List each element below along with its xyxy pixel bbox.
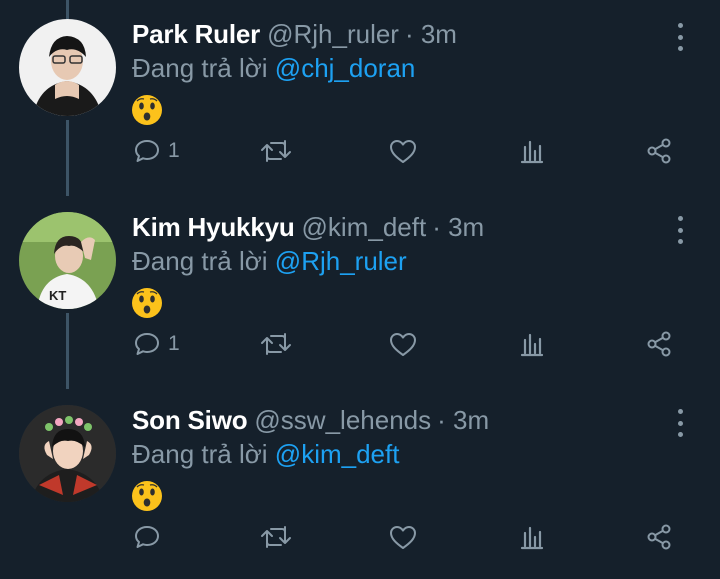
more-options-icon[interactable] xyxy=(672,409,688,437)
like-button[interactable] xyxy=(388,520,418,554)
analytics-button[interactable] xyxy=(518,327,546,361)
display-name[interactable]: Park Ruler xyxy=(132,19,260,50)
retweet-icon xyxy=(261,333,291,355)
replying-to-label: Đang trả lời xyxy=(132,439,268,469)
tweet[interactable]: Son Siwo @ssw_lehends · 3m Đang trả lời … xyxy=(0,386,720,579)
tweet[interactable]: KT Kim Hyukkyu @kim_deft · 3m Đang trả l… xyxy=(0,193,720,389)
share-button[interactable] xyxy=(645,134,673,168)
replying-to-label: Đang trả lời xyxy=(132,53,268,83)
reply-count: 1 xyxy=(168,332,180,355)
retweet-button[interactable] xyxy=(260,134,292,168)
avatar[interactable] xyxy=(19,19,116,116)
speech-bubble-icon xyxy=(135,526,159,548)
hushed-face-emoji xyxy=(132,95,162,125)
avatar[interactable]: KT xyxy=(19,212,116,309)
bar-chart-icon xyxy=(520,526,544,550)
heart-icon xyxy=(390,526,416,549)
replying-to: Đang trả lời @Rjh_ruler xyxy=(132,246,407,277)
user-handle[interactable]: @Rjh_ruler xyxy=(267,19,399,50)
bar-chart-icon xyxy=(520,333,544,357)
more-options-icon[interactable] xyxy=(672,23,688,51)
like-button[interactable] xyxy=(388,134,418,168)
display-name[interactable]: Kim Hyukkyu xyxy=(132,212,295,243)
mention-link[interactable]: @chj_doran xyxy=(275,53,416,83)
user-handle[interactable]: @ssw_lehends xyxy=(254,405,431,436)
heart-icon xyxy=(390,333,416,356)
heart-icon xyxy=(390,140,416,163)
retweet-button[interactable] xyxy=(260,520,292,554)
hushed-face-emoji xyxy=(132,481,162,511)
speech-bubble-icon xyxy=(135,140,159,162)
user-handle[interactable]: @kim_deft xyxy=(302,212,427,243)
retweet-button[interactable] xyxy=(260,327,292,361)
tweet-time[interactable]: · 3m xyxy=(437,405,489,436)
reply-button[interactable]: 1 xyxy=(133,134,180,168)
tweet-time[interactable]: · 3m xyxy=(405,19,457,50)
reply-count: 1 xyxy=(168,139,180,162)
replying-to: Đang trả lời @kim_deft xyxy=(132,439,399,470)
display-name[interactable]: Son Siwo xyxy=(132,405,248,436)
share-button[interactable] xyxy=(645,520,673,554)
share-button[interactable] xyxy=(645,327,673,361)
replying-to: Đang trả lời @chj_doran xyxy=(132,53,415,84)
speech-bubble-icon xyxy=(135,333,159,355)
retweet-icon xyxy=(261,526,291,548)
tweet[interactable]: Park Ruler @Rjh_ruler · 3m Đang trả lời … xyxy=(0,0,720,196)
share-icon xyxy=(647,331,671,357)
avatar[interactable] xyxy=(19,405,116,502)
share-icon xyxy=(647,524,671,550)
retweet-icon xyxy=(261,140,291,162)
hushed-face-emoji xyxy=(132,288,162,318)
mention-link[interactable]: @kim_deft xyxy=(275,439,400,469)
analytics-button[interactable] xyxy=(518,520,546,554)
bar-chart-icon xyxy=(520,140,544,164)
reply-button[interactable] xyxy=(133,520,168,554)
share-icon xyxy=(647,138,671,164)
tweet-time[interactable]: · 3m xyxy=(432,212,484,243)
analytics-button[interactable] xyxy=(518,134,546,168)
reply-button[interactable]: 1 xyxy=(133,327,180,361)
more-options-icon[interactable] xyxy=(672,216,688,244)
like-button[interactable] xyxy=(388,327,418,361)
mention-link[interactable]: @Rjh_ruler xyxy=(275,246,407,276)
replying-to-label: Đang trả lời xyxy=(132,246,268,276)
svg-text:KT: KT xyxy=(49,288,66,303)
